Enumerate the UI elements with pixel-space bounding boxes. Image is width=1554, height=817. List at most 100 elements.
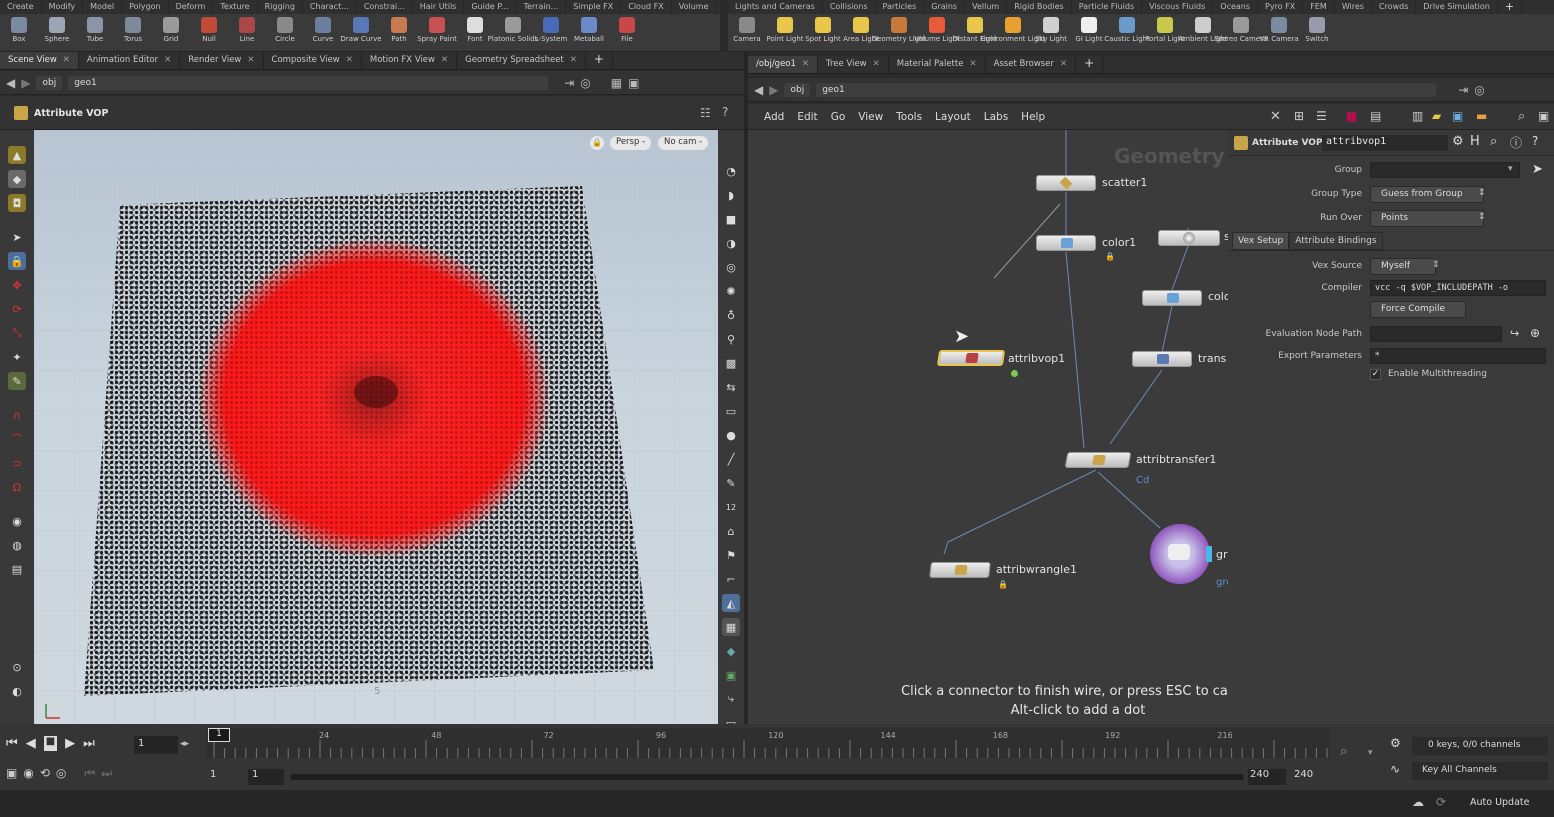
shelf-tab[interactable]: Vellum [965, 0, 1008, 14]
shelf-tab[interactable]: Volume [672, 0, 717, 14]
network-editor[interactable]: Geometry scatter1 color1 🔒 s colo trans … [748, 130, 1228, 724]
shelf-tool-sky-light[interactable]: Sky Light [1032, 14, 1070, 52]
shelf-tab[interactable]: Create [0, 0, 42, 14]
left-pane-tab[interactable]: Animation Editor ✕ [79, 52, 181, 69]
view-icon[interactable]: ◆ [8, 170, 26, 188]
shelf-tool-switch[interactable]: Switch [1298, 14, 1336, 52]
zoom-icon[interactable]: ⌕ [1518, 109, 1525, 124]
menu-add[interactable]: Add [764, 111, 784, 123]
shelf-tool-metaball[interactable]: Metaball [570, 14, 608, 52]
path-geo1[interactable]: geo1 [68, 75, 549, 90]
net-back-arrow-icon[interactable]: ◀ [754, 83, 763, 97]
shelf-tab[interactable]: + [1498, 0, 1523, 14]
param-grouptype-menu[interactable]: Guess from Group [1370, 186, 1484, 203]
realtime-icon[interactable]: ▣ [6, 766, 17, 781]
key-all-channels-button[interactable]: Key All Channels [1412, 762, 1548, 780]
snap-magnet-icon[interactable]: Ω [8, 478, 26, 496]
node-attribvop1[interactable] [936, 350, 1006, 366]
link-view-icon[interactable]: ⇆ [722, 378, 740, 396]
shelf-tool-grid[interactable]: Grid [152, 14, 190, 52]
range-end-field[interactable]: 240 [1248, 769, 1286, 785]
shelf-tab[interactable]: Grains [924, 0, 966, 14]
grid-view-icon[interactable]: ▦ [1346, 109, 1357, 123]
loop-icon[interactable]: ⟲ [40, 766, 50, 781]
param-runover-menu[interactable]: Points [1370, 210, 1484, 227]
shelf-tab[interactable]: Wires [1335, 0, 1372, 14]
shelf-tab[interactable]: Simple FX [566, 0, 622, 14]
shelf-tab[interactable]: FEM [1303, 0, 1335, 14]
stamp-icon[interactable]: ⚑ [722, 546, 740, 564]
shelf-tool-file[interactable]: File [608, 14, 646, 52]
shelf-tool-line[interactable]: Line [228, 14, 266, 52]
shelf-tool-draw-curve[interactable]: Draw Curve [340, 14, 382, 52]
prev-key-icon[interactable]: ⏮ [84, 766, 95, 781]
camera-icon[interactable]: ◍ [8, 536, 26, 554]
evalpath-jump-icon[interactable]: ↪ [1510, 327, 1519, 340]
screen-icon[interactable]: ▭ [722, 402, 740, 420]
jump-start-icon[interactable]: ⏮ [6, 736, 18, 751]
shelf-tab[interactable]: Constrai... [357, 0, 413, 14]
menu-help[interactable]: Help [1021, 111, 1045, 123]
shelf-tool-null[interactable]: Null [190, 14, 228, 52]
param-compiler-field[interactable]: vcc -q $VOP_INCLUDEPATH -o [1370, 280, 1546, 296]
image-icon[interactable]: ▣ [1452, 109, 1463, 123]
transform-icon[interactable]: ✥ [8, 276, 26, 294]
flipbook-icon[interactable]: ▤ [8, 560, 26, 578]
wire-icon[interactable]: ◎ [722, 258, 740, 276]
anchor-icon[interactable]: ⚲ [722, 330, 740, 348]
shelf-tab[interactable]: Cloud FX [621, 0, 672, 14]
left-pane-tab[interactable]: Motion FX View ✕ [362, 52, 458, 69]
menu-tools[interactable]: Tools [896, 111, 922, 123]
cube-icon[interactable]: ◆ [722, 642, 740, 660]
net-path-geo1[interactable]: geo1 [816, 82, 1437, 97]
forward-arrow-icon[interactable]: ▶ [21, 76, 30, 90]
current-frame-field[interactable]: 1 [134, 736, 178, 754]
right-pane-tab[interactable]: Tree View ✕ [818, 56, 889, 73]
multithread-checkbox[interactable]: ✓ [1370, 369, 1381, 380]
rotate-icon[interactable]: ⟳ [8, 300, 26, 318]
audio-icon[interactable]: ◉ [23, 766, 33, 781]
shelf-tool-path[interactable]: Path [380, 14, 418, 52]
net-pin-icon[interactable]: ⇥ [1458, 83, 1468, 97]
global-anim-icon[interactable]: ◎ [56, 766, 66, 781]
range-end2-field[interactable]: 240 [1290, 769, 1330, 785]
shelf-tab[interactable]: Collisions [823, 0, 876, 14]
shelf-tab[interactable]: Texture [213, 0, 258, 14]
shelf-tab[interactable]: Model [83, 0, 123, 14]
arrow-select-icon[interactable]: ➤ [8, 228, 26, 246]
tab-close-icon[interactable]: ✕ [1060, 59, 1067, 69]
play-icon[interactable]: ▶ [65, 736, 75, 751]
shelf-tool-volume-light[interactable]: Volume Light [914, 14, 960, 52]
timeline-ruler[interactable]: 244872961201441681922162 1 [206, 728, 1381, 758]
param-export-field[interactable]: * [1370, 348, 1546, 364]
timeline-search-icon[interactable]: ⌕ [1340, 744, 1347, 759]
left-pane-tab[interactable]: Geometry Spreadsheet ✕ [457, 52, 586, 69]
shelf-tool-gi-light[interactable]: GI Light [1070, 14, 1108, 52]
param-info-icon[interactable]: ⓘ [1510, 134, 1522, 151]
shelf-tab[interactable]: Polygon [122, 0, 169, 14]
keys-icon[interactable]: ⚙ [1390, 736, 1401, 750]
range-slider[interactable] [290, 774, 1244, 780]
shelf-tool-sphere[interactable]: Sphere [38, 14, 76, 52]
display-icon[interactable]: ◐ [8, 682, 26, 700]
pin-icon[interactable]: ⇥ [564, 76, 574, 90]
persp-menu[interactable]: Persp - [610, 136, 652, 150]
texture-icon[interactable]: ▦ [722, 618, 740, 636]
frame-icon[interactable]: ▩ [722, 354, 740, 372]
number-icon[interactable]: 12 [722, 498, 740, 516]
shelf-tool-caustic-light[interactable]: Caustic Light [1104, 14, 1150, 52]
next-key-icon[interactable]: ⏭ [101, 766, 112, 781]
key-curve-icon[interactable]: ∿ [1390, 762, 1400, 776]
dot-icon[interactable]: ● [722, 426, 740, 444]
tab-close-icon[interactable]: ✕ [346, 55, 353, 65]
tab-close-icon[interactable]: ✕ [63, 55, 70, 65]
shelf-tab[interactable]: Charact... [303, 0, 357, 14]
light-icon[interactable]: ✺ [722, 282, 740, 300]
tab-close-icon[interactable]: ✕ [969, 59, 976, 69]
shelf-tool-portal-light[interactable]: Portal Light [1145, 14, 1185, 52]
param-evalpath-field[interactable] [1370, 326, 1502, 342]
tab-close-icon[interactable]: ✕ [164, 55, 171, 65]
clear-icon[interactable]: ⊙ [8, 658, 26, 676]
shelf-tool-vr-camera[interactable]: VR Camera [1259, 14, 1299, 52]
net-link-icon[interactable]: ◎ [1474, 83, 1484, 97]
